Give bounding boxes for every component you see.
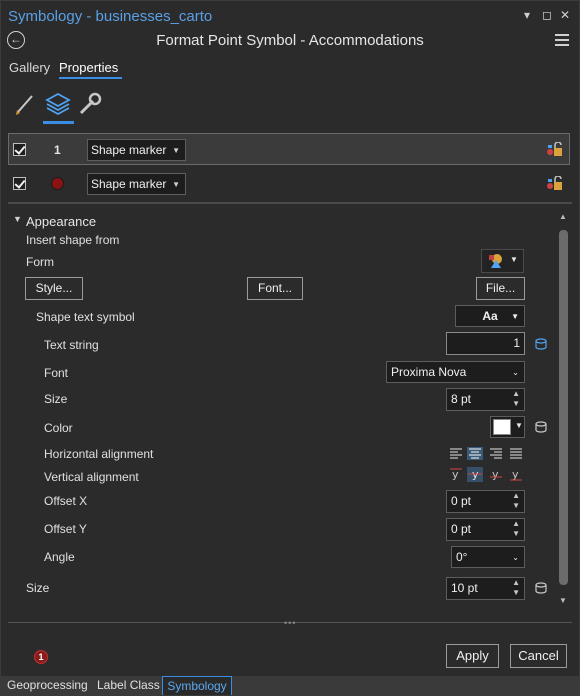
scroll-down-icon[interactable]: ▼ [559, 596, 567, 605]
chevron-down-icon: ▼ [510, 255, 518, 264]
bottom-tab-label-class[interactable]: Label Class [97, 676, 160, 695]
layer-2-type-select[interactable]: Shape marker ▼ [87, 173, 186, 195]
angle-select[interactable]: 0° ⌄ [451, 546, 525, 568]
offset-x-value: 0 pt [451, 494, 472, 508]
database-link-icon[interactable] [535, 582, 547, 594]
outer-size-label: Size [26, 581, 50, 595]
text-string-input[interactable]: 1 [446, 332, 525, 355]
halign-label: Horizontal alignment [44, 447, 154, 461]
color-label: Color [44, 421, 73, 435]
layer-2-checkbox[interactable] [13, 177, 26, 190]
valign-label: Vertical alignment [44, 470, 139, 484]
layer-2-type-label: Shape marker [91, 177, 167, 191]
angle-label: Angle [44, 550, 75, 564]
shape-text-label: Shape text symbol [36, 310, 135, 324]
window-close-icon[interactable]: ✕ [560, 8, 570, 22]
font-family-select[interactable]: Proxima Nova ⌄ [386, 361, 525, 383]
offset-x-stepper[interactable]: 0 pt ▲ ▼ [446, 490, 525, 513]
tab-properties[interactable]: Properties [59, 60, 118, 75]
size-value: 8 pt [451, 392, 472, 406]
svg-text:y: y [512, 468, 519, 481]
stepper-arrows-icon[interactable]: ▲ ▼ [512, 389, 520, 409]
vertical-alignment-group[interactable]: yyyy y [449, 467, 525, 482]
align-right-icon [490, 448, 502, 459]
chevron-down-icon: ▼ [511, 312, 519, 321]
size-stepper[interactable]: 8 pt ▲ ▼ [446, 388, 525, 411]
chevron-down-icon: ▼ [172, 146, 180, 155]
layer-2-preview-circle [51, 177, 64, 190]
error-count-badge[interactable]: 1 [34, 650, 48, 664]
align-left-icon [450, 448, 462, 459]
chevron-down-icon: ▼ [172, 180, 180, 189]
offset-y-stepper[interactable]: 0 pt ▲ ▼ [446, 518, 525, 541]
shape-text-value: Aa [482, 309, 498, 323]
style-button[interactable]: Style... [25, 277, 83, 300]
layers-icon[interactable] [44, 90, 72, 118]
stepper-arrows-icon[interactable]: ▲ ▼ [512, 578, 520, 598]
window-title: Symbology - businesses_carto [8, 8, 213, 25]
shape-text-symbol-select[interactable]: Aa ▼ [455, 305, 525, 327]
scroll-up-icon[interactable]: ▲ [559, 212, 567, 221]
size-label: Size [44, 392, 68, 406]
chevron-down-icon: ⌄ [512, 368, 519, 377]
tab-gallery[interactable]: Gallery [9, 60, 50, 75]
chevron-down-icon: ⌄ [512, 553, 519, 562]
color-swatch [493, 419, 511, 435]
angle-value: 0° [456, 550, 468, 564]
font-family-value: Proxima Nova [391, 365, 467, 379]
layer-1-preview: 1 [54, 143, 61, 157]
font-button[interactable]: Font... [247, 277, 303, 300]
window-restore-icon[interactable]: ◻ [542, 8, 552, 22]
cancel-button[interactable]: Cancel [510, 644, 567, 668]
form-picker-button[interactable]: ▼ [481, 249, 524, 273]
lock-layer-icon[interactable] [546, 142, 564, 158]
bottom-tab-symbology[interactable]: Symbology [162, 676, 232, 695]
color-picker-button[interactable]: ▼ [490, 416, 525, 438]
shapes-icon [489, 254, 502, 268]
wrench-icon[interactable] [76, 90, 104, 118]
offset-y-label: Offset Y [44, 522, 87, 536]
outer-size-value: 10 pt [451, 581, 478, 595]
file-button[interactable]: File... [476, 277, 525, 300]
align-justify-icon [510, 448, 522, 459]
text-string-label: Text string [44, 338, 99, 352]
database-link-icon[interactable] [535, 421, 547, 433]
window-options-icon[interactable]: ▾ [524, 8, 530, 22]
bottom-tab-geoprocessing[interactable]: Geoprocessing [7, 676, 88, 695]
font-label: Font [44, 366, 69, 380]
chevron-down-icon: ▼ [515, 421, 523, 430]
tab-active-indicator [59, 77, 122, 79]
hamburger-menu-icon[interactable] [555, 34, 569, 46]
scroll-thumb[interactable] [559, 230, 568, 585]
apply-button[interactable]: Apply [446, 644, 499, 668]
divider [8, 202, 572, 204]
lock-layer-icon[interactable] [546, 176, 564, 192]
insert-shape-label: Insert shape from [26, 233, 120, 247]
stepper-arrows-icon[interactable]: ▲ ▼ [512, 491, 520, 511]
database-link-icon[interactable] [535, 338, 547, 350]
stepper-arrows-icon[interactable]: ▲ ▼ [512, 519, 520, 539]
outer-size-stepper[interactable]: 10 pt ▲ ▼ [446, 577, 525, 600]
layer-1-type-label: Shape marker [91, 143, 167, 157]
paintbrush-icon[interactable] [12, 90, 40, 118]
subtab-active-indicator [43, 121, 74, 124]
splitter-grip-icon[interactable]: ••• [284, 618, 296, 628]
section-appearance[interactable]: Appearance [26, 214, 96, 229]
layer-1-checkbox[interactable] [13, 143, 26, 156]
svg-text:y: y [492, 468, 499, 481]
svg-text:y: y [452, 468, 459, 481]
collapse-chevron-icon[interactable]: ▼ [13, 214, 22, 224]
offset-x-label: Offset X [44, 494, 88, 508]
page-title: Format Point Symbol - Accommodations [156, 32, 424, 49]
layer-1-type-select[interactable]: Shape marker ▼ [87, 139, 186, 161]
form-label: Form [26, 255, 54, 269]
offset-y-value: 0 pt [451, 522, 472, 536]
horizontal-alignment-group[interactable] [449, 447, 525, 460]
